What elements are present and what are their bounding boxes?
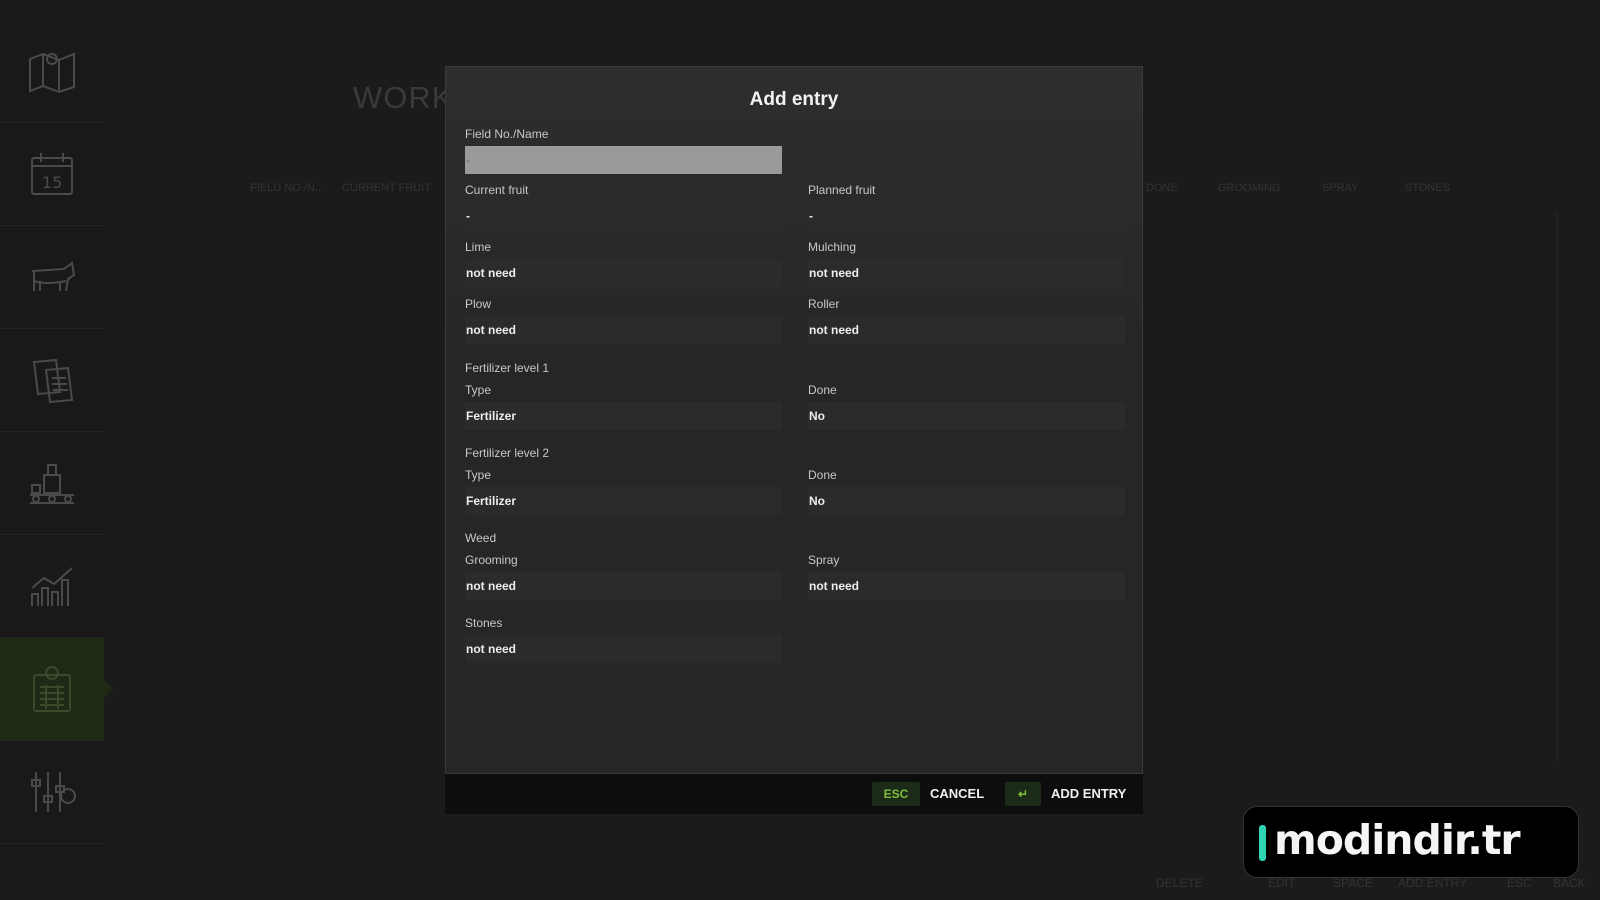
- page-title: WORK: [353, 80, 454, 115]
- sidebar: 15: [0, 0, 113, 900]
- dialog-footer: ESC CANCEL ↵ ADD ENTRY: [445, 774, 1143, 814]
- roller-select[interactable]: not need: [808, 316, 1125, 344]
- back-button[interactable]: BACK: [1553, 876, 1586, 890]
- watermark-text: modindir.tr: [1274, 816, 1521, 864]
- plow-select[interactable]: not need: [465, 316, 782, 344]
- grooming-label: Grooming: [465, 553, 518, 567]
- field-name-label: Field No./Name: [465, 127, 549, 141]
- fertilizer-1-done-select[interactable]: No: [808, 402, 1125, 430]
- delete-button[interactable]: DELETE: [1156, 876, 1203, 890]
- current-fruit-label: Current fruit: [465, 183, 529, 197]
- add-entry-page-button[interactable]: ADD ENTRY: [1398, 876, 1467, 890]
- sidebar-item-statistics[interactable]: [0, 535, 104, 638]
- grooming-select[interactable]: not need: [465, 572, 782, 600]
- fertilizer-2-type-label: Type: [465, 468, 492, 482]
- fertilizer-1-type-label: Type: [465, 383, 492, 397]
- sidebar-item-production[interactable]: [0, 432, 104, 535]
- column-spray[interactable]: SPRAY: [1322, 182, 1358, 194]
- plow-label: Plow: [465, 297, 492, 311]
- cow-icon: [31, 261, 76, 292]
- column-field-no[interactable]: FIELD NO./N...: [250, 182, 324, 194]
- add-entry-dialog: Add entry Field No./Name - Current fruit…: [445, 66, 1143, 774]
- sidebar-item-animals[interactable]: [0, 226, 104, 329]
- add-entry-button[interactable]: ADD ENTRY: [1051, 782, 1126, 806]
- column-current-fruit[interactable]: CURRENT FRUIT: [342, 182, 431, 194]
- sidebar-item-calendar[interactable]: 15: [0, 123, 104, 226]
- mulching-label: Mulching: [808, 240, 857, 254]
- weed-heading: Weed: [465, 531, 497, 545]
- mulching-select[interactable]: not need: [808, 259, 1125, 287]
- esc-key: ESC: [1507, 876, 1532, 890]
- fertilizer-2-type-select[interactable]: Fertilizer: [465, 487, 782, 515]
- column-done[interactable]: DONE: [1146, 182, 1178, 194]
- spray-select[interactable]: not need: [808, 572, 1125, 600]
- watermark-bar: [1259, 825, 1266, 861]
- enter-key-icon[interactable]: ↵: [1005, 782, 1041, 806]
- watermark: modindir.tr: [1243, 806, 1579, 878]
- fertilizer-1-done-label: Done: [808, 383, 837, 397]
- field-work-icon: [33, 666, 71, 712]
- esc-key-hint[interactable]: ESC: [872, 782, 920, 806]
- stones-select[interactable]: not need: [465, 635, 782, 663]
- sidebar-item-field-work[interactable]: [0, 638, 113, 741]
- planned-fruit-label: Planned fruit: [808, 183, 876, 197]
- sidebar-item-map[interactable]: [0, 20, 104, 123]
- roller-label: Roller: [808, 297, 840, 311]
- field-name-input[interactable]: -: [465, 146, 782, 174]
- fertilizer-level-2-heading: Fertilizer level 2: [465, 446, 550, 460]
- production-icon: [30, 464, 74, 504]
- space-key: SPACE: [1333, 876, 1373, 890]
- planned-fruit-select[interactable]: -: [808, 202, 1125, 230]
- column-stones[interactable]: STONES: [1405, 182, 1450, 194]
- settings-sliders-icon: [31, 772, 76, 812]
- map-icon: [29, 52, 75, 94]
- sidebar-item-settings[interactable]: [0, 741, 104, 844]
- fertilizer-2-done-label: Done: [808, 468, 837, 482]
- cancel-button[interactable]: CANCEL: [930, 782, 984, 806]
- lime-select[interactable]: not need: [465, 259, 782, 287]
- statistics-icon: [31, 567, 73, 606]
- sidebar-item-contracts[interactable]: [0, 329, 104, 432]
- current-fruit-select[interactable]: -: [465, 202, 782, 230]
- lime-label: Lime: [465, 240, 492, 254]
- stones-label: Stones: [465, 616, 503, 630]
- edit-button[interactable]: EDIT: [1268, 876, 1295, 890]
- column-grooming[interactable]: GROOMING: [1218, 182, 1280, 194]
- fertilizer-2-done-select[interactable]: No: [808, 487, 1125, 515]
- documents-icon: [32, 358, 74, 404]
- scrollbar[interactable]: [1556, 212, 1558, 762]
- dialog-title: Add entry: [749, 89, 839, 110]
- spray-label: Spray: [808, 553, 840, 567]
- fertilizer-level-1-heading: Fertilizer level 1: [465, 361, 550, 375]
- fertilizer-1-type-select[interactable]: Fertilizer: [465, 402, 782, 430]
